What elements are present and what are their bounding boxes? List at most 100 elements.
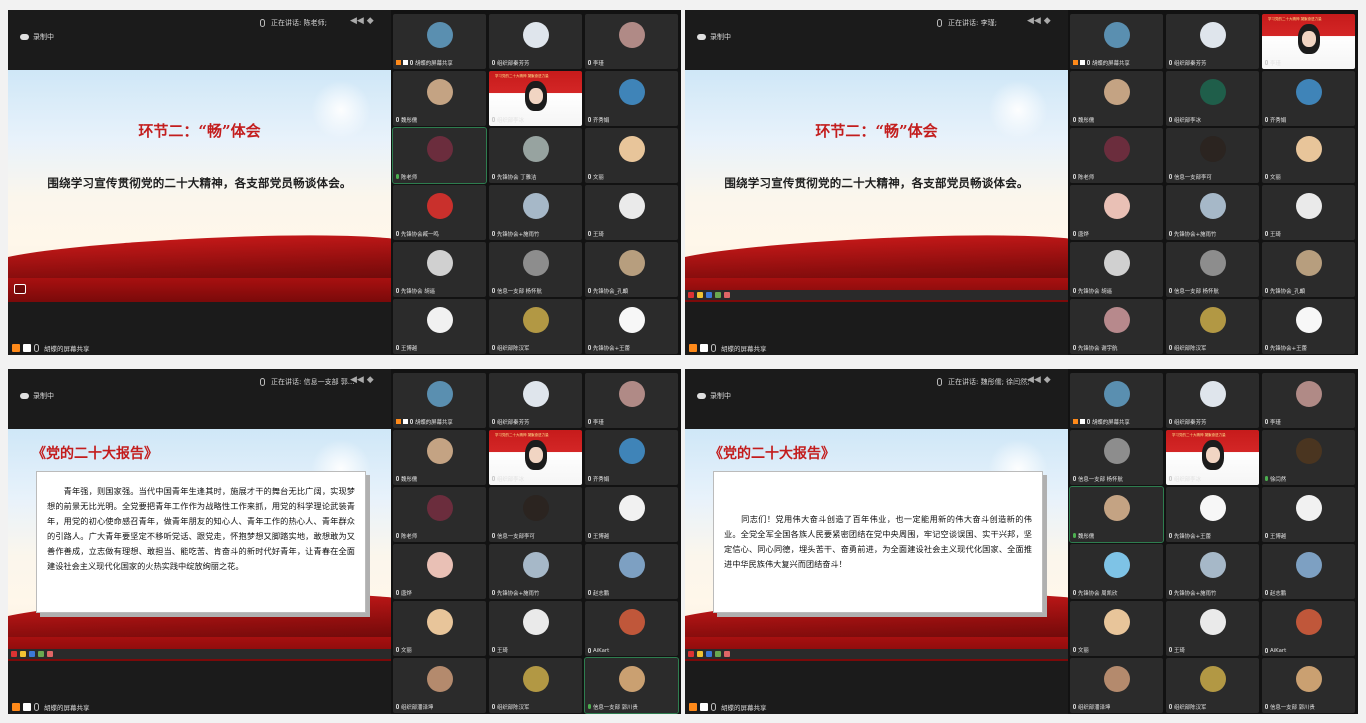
- participant-tile[interactable]: 信息一支部李可: [489, 487, 582, 542]
- participant-tile[interactable]: 胡蝶的屏幕共享: [393, 14, 486, 69]
- recording-indicator[interactable]: 录制中: [697, 32, 731, 42]
- participant-tile[interactable]: 齐秀娟: [585, 430, 678, 485]
- participant-tile[interactable]: 李瑾: [585, 373, 678, 428]
- participant-tile[interactable]: 组织部陈汉军: [1166, 658, 1259, 713]
- app-icon[interactable]: [697, 651, 703, 657]
- app-icon[interactable]: [29, 651, 35, 657]
- participant-label: 先锋协会+施雨竹: [492, 589, 539, 597]
- app-icon[interactable]: [706, 292, 712, 298]
- microphone-icon: [1265, 231, 1268, 236]
- participant-tile[interactable]: 李瑾: [1262, 373, 1355, 428]
- participant-tile[interactable]: 先锋协会+王蕾: [585, 299, 678, 354]
- participant-tile[interactable]: 胡蝶的屏幕共享: [393, 373, 486, 428]
- participant-tile[interactable]: 组织部陈汉军: [1166, 299, 1259, 354]
- participant-tile[interactable]: 组织部陈汉军: [489, 658, 582, 713]
- app-icon[interactable]: [38, 651, 44, 657]
- participant-tile[interactable]: 文丽: [585, 128, 678, 183]
- microphone-icon: [1169, 231, 1172, 236]
- recording-indicator[interactable]: 录制中: [20, 391, 54, 401]
- avatar: [522, 609, 549, 635]
- participant-tile[interactable]: 先锋协会+施雨竹: [489, 544, 582, 599]
- participant-tile[interactable]: 学习党的二十大精神 凝聚奋进力量 组织部李冰: [489, 430, 582, 485]
- app-icon[interactable]: [688, 292, 694, 298]
- participant-tile[interactable]: 组织部秦芳芳: [1166, 373, 1259, 428]
- app-icon[interactable]: [47, 651, 53, 657]
- participant-tile[interactable]: 信息一支部李可: [1166, 128, 1259, 183]
- participant-tile[interactable]: 齐秀娟: [585, 71, 678, 126]
- app-icon[interactable]: [11, 651, 17, 657]
- participant-tile[interactable]: 信息一支部 杨怀航: [1166, 242, 1259, 297]
- app-icon[interactable]: [20, 651, 26, 657]
- participant-tile[interactable]: 文丽: [393, 601, 486, 656]
- participant-tile[interactable]: 信息一支部 郭川贵: [1262, 658, 1355, 713]
- participant-tile[interactable]: 先锋协会_孔頔: [1262, 242, 1355, 297]
- participant-tile[interactable]: 王博越: [1262, 487, 1355, 542]
- participant-tile[interactable]: 先锋协会 胡遥: [1070, 242, 1163, 297]
- participant-tile[interactable]: 王琦: [1166, 601, 1259, 656]
- participant-tile[interactable]: 学习党的二十大精神 凝聚奋进力量 组织部李冰: [489, 71, 582, 126]
- participant-tile[interactable]: 先锋协会臧一鸣: [393, 185, 486, 240]
- participant-tile[interactable]: 胡蝶的屏幕共享: [1070, 14, 1163, 69]
- participant-tile[interactable]: 陈老师: [392, 127, 487, 184]
- participant-tile[interactable]: 先锋协会+施雨竹: [489, 185, 582, 240]
- participant-tile[interactable]: 先锋协会+王蕾: [1166, 487, 1259, 542]
- avatar: [1295, 250, 1322, 276]
- participant-tile[interactable]: 文丽: [1262, 128, 1355, 183]
- participant-tile[interactable]: 王琦: [1262, 185, 1355, 240]
- app-icon[interactable]: [688, 651, 694, 657]
- participant-tile[interactable]: 信息一支部 杨怀航: [489, 242, 582, 297]
- participant-tile[interactable]: 先锋协会+施雨竹: [1166, 544, 1259, 599]
- participant-tile[interactable]: 组织部秦芳芳: [489, 14, 582, 69]
- participant-tile[interactable]: 王琦: [585, 185, 678, 240]
- participant-tile[interactable]: 组织部李冰: [1166, 71, 1259, 126]
- participant-tile[interactable]: 组织部秦芳芳: [489, 373, 582, 428]
- participant-tile[interactable]: 齐秀娟: [1262, 71, 1355, 126]
- participant-tile[interactable]: 先锋协会+施雨竹: [1166, 185, 1259, 240]
- app-icon[interactable]: [706, 651, 712, 657]
- participant-tile[interactable]: 先锋协会+王蕾: [1262, 299, 1355, 354]
- participant-tile[interactable]: 唐烨: [393, 544, 486, 599]
- participant-tile[interactable]: 魏彤儒: [393, 430, 486, 485]
- participant-tile[interactable]: 王博越: [393, 299, 486, 354]
- participant-tile[interactable]: 胡蝶的屏幕共享: [1070, 373, 1163, 428]
- share-badge-icon: [12, 703, 20, 711]
- participant-tile[interactable]: 信息一支部 郭川贵: [584, 657, 679, 714]
- participant-tile[interactable]: 魏彤儒: [1069, 486, 1164, 543]
- participant-tile[interactable]: 组织部潘泽坤: [393, 658, 486, 713]
- app-icon[interactable]: [715, 651, 721, 657]
- participant-tile[interactable]: 魏彤儒: [1070, 71, 1163, 126]
- app-icon[interactable]: [724, 651, 730, 657]
- app-icon[interactable]: [724, 292, 730, 298]
- participant-tile[interactable]: 赵志鹏: [1262, 544, 1355, 599]
- participant-tile[interactable]: 唐烨: [1070, 185, 1163, 240]
- participant-tile[interactable]: 陈老师: [1070, 128, 1163, 183]
- app-icon[interactable]: [697, 292, 703, 298]
- participant-tile[interactable]: 陈老师: [393, 487, 486, 542]
- participant-tile[interactable]: 赵志鹏: [585, 544, 678, 599]
- participant-tile[interactable]: 先锋协会 胡遥: [393, 242, 486, 297]
- participant-tile[interactable]: 魏彤儒: [393, 71, 486, 126]
- participant-tile[interactable]: 组织部陈汉军: [489, 299, 582, 354]
- participant-tile[interactable]: 先锋协会 谢宇航: [1070, 299, 1163, 354]
- participant-tile[interactable]: 先锋协会_孔頔: [585, 242, 678, 297]
- participant-tile[interactable]: 先锋协会 周凯欣: [1070, 544, 1163, 599]
- participant-tile[interactable]: 学习党的二十大精神 凝聚奋进力量 组织部李冰: [1166, 430, 1259, 485]
- participant-name: 先锋协会 周凯欣: [1078, 590, 1118, 597]
- participant-tile[interactable]: 信息一支部 杨怀航: [1070, 430, 1163, 485]
- participant-tile[interactable]: 先锋协会 丁雅洁: [489, 128, 582, 183]
- participant-tile[interactable]: AiKart: [585, 601, 678, 656]
- participant-tile[interactable]: 王博越: [585, 487, 678, 542]
- participant-tile[interactable]: 徐闫然: [1262, 430, 1355, 485]
- participant-tile[interactable]: 学习党的二十大精神 凝聚奋进力量 李瑾: [1262, 14, 1355, 69]
- participant-tile[interactable]: AiKart: [1262, 601, 1355, 656]
- slide-menu-icon[interactable]: [14, 284, 26, 294]
- participant-tile[interactable]: 李瑾: [585, 14, 678, 69]
- app-icon[interactable]: [715, 292, 721, 298]
- participant-tile[interactable]: 文丽: [1070, 601, 1163, 656]
- recording-indicator[interactable]: 录制中: [697, 391, 731, 401]
- recording-indicator[interactable]: 录制中: [20, 32, 54, 42]
- microphone-icon: [396, 476, 399, 481]
- participant-tile[interactable]: 组织部潘泽坤: [1070, 658, 1163, 713]
- participant-tile[interactable]: 组织部秦芳芳: [1166, 14, 1259, 69]
- participant-tile[interactable]: 王琦: [489, 601, 582, 656]
